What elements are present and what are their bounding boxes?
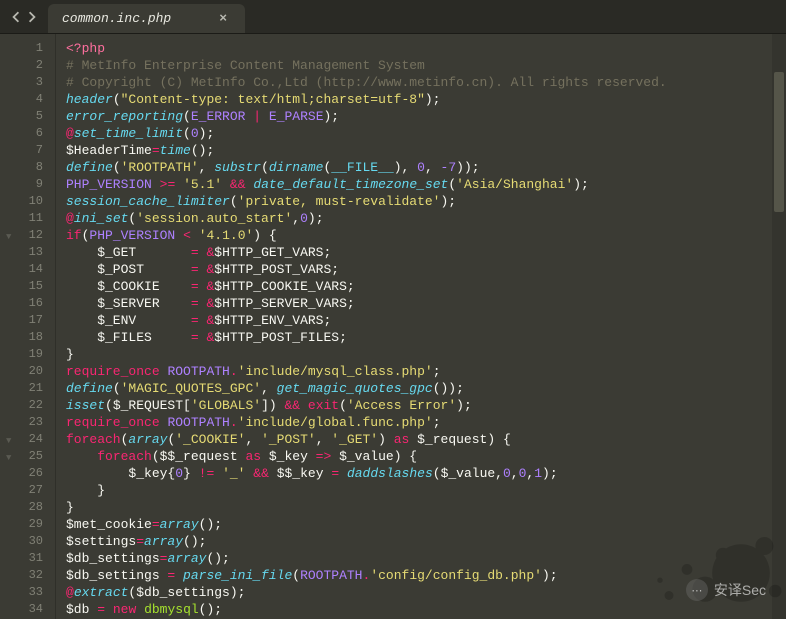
line-number: 26 (0, 465, 55, 482)
line-number: 13 (0, 244, 55, 261)
line-number: 25 (0, 448, 55, 465)
line-number: 5 (0, 108, 55, 125)
code-line[interactable]: @set_time_limit(0); (66, 125, 786, 142)
watermark: ⋯ 安译Sec (686, 579, 766, 601)
line-number: 28 (0, 499, 55, 516)
code-line[interactable]: @extract($db_settings); (66, 584, 786, 601)
tab-bar: common.inc.php × (0, 0, 786, 34)
file-tab[interactable]: common.inc.php × (48, 4, 245, 33)
code-line[interactable]: $db_settings = parse_ini_file(ROOTPATH.'… (66, 567, 786, 584)
scrollbar-thumb[interactable] (774, 72, 784, 212)
code-line[interactable]: require_once ROOTPATH.'include/global.fu… (66, 414, 786, 431)
line-number: 11 (0, 210, 55, 227)
code-line[interactable]: isset($_REQUEST['GLOBALS']) && exit('Acc… (66, 397, 786, 414)
code-line[interactable]: # MetInfo Enterprise Content Management … (66, 57, 786, 74)
code-line[interactable]: if(PHP_VERSION < '4.1.0') { (66, 227, 786, 244)
code-line[interactable]: } (66, 346, 786, 363)
code-line[interactable]: $_COOKIE = &$HTTP_COOKIE_VARS; (66, 278, 786, 295)
line-number: 27 (0, 482, 55, 499)
code-line[interactable]: $settings=array(); (66, 533, 786, 550)
code-line[interactable]: define('MAGIC_QUOTES_GPC', get_magic_quo… (66, 380, 786, 397)
code-line[interactable]: define('ROOTPATH', substr(dirname(__FILE… (66, 159, 786, 176)
code-line[interactable]: <?php (66, 40, 786, 57)
code-line[interactable]: $_key{0} != '_' && $$_key = daddslashes(… (66, 465, 786, 482)
editor: 1234567891011121314151617181920212223242… (0, 34, 786, 619)
code-line[interactable]: session_cache_limiter('private, must-rev… (66, 193, 786, 210)
watermark-text: 安译Sec (714, 580, 766, 600)
line-number: 31 (0, 550, 55, 567)
line-number: 29 (0, 516, 55, 533)
code-line[interactable]: header("Content-type: text/html;charset=… (66, 91, 786, 108)
line-number: 30 (0, 533, 55, 550)
code-line[interactable]: $_POST = &$HTTP_POST_VARS; (66, 261, 786, 278)
code-line[interactable]: $db_settings=array(); (66, 550, 786, 567)
line-number: 16 (0, 295, 55, 312)
line-number: 7 (0, 142, 55, 159)
line-number: 19 (0, 346, 55, 363)
line-number: 3 (0, 74, 55, 91)
code-line[interactable]: $_SERVER = &$HTTP_SERVER_VARS; (66, 295, 786, 312)
line-number: 34 (0, 601, 55, 618)
line-number: 22 (0, 397, 55, 414)
code-line[interactable]: $db = new dbmysql(); (66, 601, 786, 618)
line-number: 23 (0, 414, 55, 431)
code-line[interactable]: error_reporting(E_ERROR | E_PARSE); (66, 108, 786, 125)
code-line[interactable]: } (66, 482, 786, 499)
line-number: 2 (0, 57, 55, 74)
nav-forward-icon[interactable] (26, 11, 38, 23)
code-line[interactable]: $met_cookie=array(); (66, 516, 786, 533)
code-line[interactable]: PHP_VERSION >= '5.1' && date_default_tim… (66, 176, 786, 193)
wechat-icon: ⋯ (686, 579, 708, 601)
tab-filename: common.inc.php (62, 11, 171, 26)
line-number: 12 (0, 227, 55, 244)
line-number: 9 (0, 176, 55, 193)
line-gutter: 1234567891011121314151617181920212223242… (0, 34, 56, 619)
code-line[interactable]: @ini_set('session.auto_start',0); (66, 210, 786, 227)
code-line[interactable]: foreach(array('_COOKIE', '_POST', '_GET'… (66, 431, 786, 448)
line-number: 24 (0, 431, 55, 448)
line-number: 21 (0, 380, 55, 397)
nav-back-icon[interactable] (10, 11, 22, 23)
scrollbar-track[interactable] (772, 34, 786, 619)
line-number: 17 (0, 312, 55, 329)
line-number: 10 (0, 193, 55, 210)
line-number: 6 (0, 125, 55, 142)
line-number: 20 (0, 363, 55, 380)
code-line[interactable]: foreach($$_request as $_key => $_value) … (66, 448, 786, 465)
code-line[interactable]: $_GET = &$HTTP_GET_VARS; (66, 244, 786, 261)
code-line[interactable]: require_once ROOTPATH.'include/mysql_cla… (66, 363, 786, 380)
line-number: 8 (0, 159, 55, 176)
line-number: 15 (0, 278, 55, 295)
line-number: 18 (0, 329, 55, 346)
line-number: 4 (0, 91, 55, 108)
nav-arrows (0, 0, 48, 33)
line-number: 14 (0, 261, 55, 278)
code-area[interactable]: <?php# MetInfo Enterprise Content Manage… (56, 34, 786, 619)
line-number: 32 (0, 567, 55, 584)
code-line[interactable]: $_FILES = &$HTTP_POST_FILES; (66, 329, 786, 346)
code-line[interactable]: # Copyright (C) MetInfo Co.,Ltd (http://… (66, 74, 786, 91)
line-number: 1 (0, 40, 55, 57)
code-line[interactable]: } (66, 499, 786, 516)
code-line[interactable]: $HeaderTime=time(); (66, 142, 786, 159)
code-line[interactable]: $_ENV = &$HTTP_ENV_VARS; (66, 312, 786, 329)
close-icon[interactable]: × (219, 11, 227, 26)
line-number: 33 (0, 584, 55, 601)
